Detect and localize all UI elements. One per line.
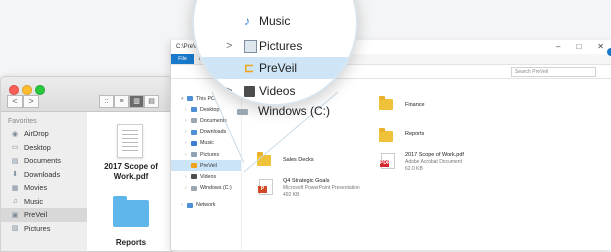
minimize-button[interactable]: – bbox=[556, 42, 560, 51]
documents-icon: ▤ bbox=[11, 157, 19, 165]
mag-row-preveil[interactable]: ⊏ PreVeil bbox=[194, 57, 356, 79]
preveil-icon: ▣ bbox=[11, 211, 19, 219]
item-q4-goals[interactable]: Q4 Strategic Goals Microsoft PowerPoint … bbox=[283, 178, 360, 199]
documents-icon bbox=[191, 118, 197, 124]
sidebar-item-pictures[interactable]: ▨ Pictures bbox=[1, 222, 87, 236]
network-icon bbox=[187, 202, 193, 208]
column-view-button[interactable]: ▥ bbox=[129, 95, 144, 108]
back-button[interactable]: < bbox=[7, 95, 23, 108]
sidebar-item-label: Downloads bbox=[24, 169, 61, 179]
item-scope-pdf[interactable]: 2017 Scope of Work.pdf Adobe Acrobat Doc… bbox=[405, 152, 464, 173]
sidebar-item-desktop[interactable]: ▭ Desktop bbox=[1, 141, 87, 155]
sidebar-item-label: PreVeil bbox=[24, 210, 48, 220]
preveil-icon: ⊏ bbox=[244, 60, 255, 75]
sidebar-item-preveil[interactable]: ▣ PreVeil bbox=[1, 208, 87, 222]
drive-icon bbox=[191, 185, 197, 191]
tree-item-windows-c[interactable]: › Windows (C:) bbox=[171, 183, 241, 194]
videos-icon bbox=[191, 174, 197, 180]
close-window-button[interactable] bbox=[9, 85, 19, 95]
mac-titlebar: < > :: ≡ ▥ ▤ bbox=[1, 77, 171, 112]
mac-sidebar: Favorites ◉ AirDrop ▭ Desktop ▤ Document… bbox=[1, 112, 87, 251]
sidebar-item-movies[interactable]: ▦ Movies bbox=[1, 181, 87, 195]
folder-icon[interactable] bbox=[113, 196, 149, 227]
pictures-icon bbox=[191, 152, 197, 158]
sidebar-item-downloads[interactable]: ⬇ Downloads bbox=[1, 168, 87, 182]
mac-finder-window: < > :: ≡ ▥ ▤ Favorites ◉ AirDrop ▭ Deskt… bbox=[0, 76, 172, 252]
preveil-icon bbox=[191, 163, 197, 169]
folder-icon[interactable] bbox=[379, 128, 393, 142]
minimize-window-button[interactable] bbox=[22, 85, 32, 95]
pdf-icon[interactable]: PDF bbox=[380, 153, 395, 169]
pictures-icon: ▨ bbox=[11, 225, 19, 233]
forward-button[interactable]: > bbox=[23, 95, 39, 108]
list-view-button[interactable]: ≡ bbox=[114, 95, 129, 108]
file-name[interactable]: Reports bbox=[100, 238, 162, 248]
music-icon bbox=[191, 140, 197, 146]
file-tab[interactable]: File bbox=[171, 54, 194, 64]
mag-row-pictures[interactable]: > Pictures bbox=[194, 35, 356, 57]
sidebar-item-label: AirDrop bbox=[24, 129, 49, 139]
sidebar-item-documents[interactable]: ▤ Documents bbox=[1, 154, 87, 168]
sidebar-item-label: Music bbox=[24, 196, 44, 206]
music-icon: ♫ bbox=[12, 197, 18, 205]
view-switcher: :: ≡ ▥ ▤ bbox=[99, 95, 159, 108]
tree-item-videos[interactable]: › Videos bbox=[171, 171, 241, 182]
search-input[interactable]: Search PreVeil bbox=[511, 67, 596, 77]
sidebar-item-music[interactable]: ♫ Music bbox=[1, 195, 87, 209]
computer-icon bbox=[187, 96, 193, 102]
music-icon: ♪ bbox=[244, 13, 250, 28]
gallery-view-button[interactable]: ▤ bbox=[144, 95, 159, 108]
icon-view-button[interactable]: :: bbox=[99, 95, 114, 108]
item-reports[interactable]: Reports bbox=[405, 131, 424, 138]
mag-row-windows-c[interactable]: Windows (C:) bbox=[214, 101, 344, 121]
zoom-window-button[interactable] bbox=[35, 85, 45, 95]
powerpoint-icon[interactable]: P bbox=[258, 179, 273, 195]
tree-item-pictures[interactable]: › Pictures bbox=[171, 149, 241, 160]
sidebar-item-label: Movies bbox=[24, 183, 48, 193]
desktop-icon: ▭ bbox=[11, 144, 19, 152]
file-name[interactable]: 2017 Scope of Work.pdf bbox=[100, 162, 162, 182]
item-sales-decks[interactable]: Sales Decks bbox=[283, 157, 314, 164]
sidebar-item-label: Pictures bbox=[24, 223, 51, 233]
tree-item-music[interactable]: › Music bbox=[171, 138, 241, 149]
folder-icon[interactable] bbox=[379, 96, 393, 110]
airdrop-icon: ◉ bbox=[11, 130, 19, 138]
mag-row-videos[interactable]: > Videos bbox=[194, 80, 356, 102]
pictures-icon bbox=[244, 39, 257, 53]
drive-icon bbox=[237, 109, 248, 115]
sidebar-item-airdrop[interactable]: ◉ AirDrop bbox=[1, 127, 87, 141]
downloads-icon bbox=[191, 129, 197, 135]
downloads-icon: ⬇ bbox=[12, 171, 18, 179]
mag-row-music[interactable]: ♪ Music bbox=[194, 10, 356, 32]
help-icon[interactable] bbox=[607, 48, 611, 56]
sidebar-header: Favorites bbox=[8, 118, 37, 125]
sidebar-item-label: Documents bbox=[24, 156, 61, 166]
item-finance[interactable]: Finance bbox=[405, 102, 425, 109]
desktop-icon bbox=[191, 107, 197, 113]
tree-item-preveil[interactable]: PreVeil bbox=[171, 160, 241, 172]
tree-item-downloads[interactable]: › Downloads bbox=[171, 127, 241, 138]
videos-icon bbox=[244, 85, 255, 97]
movies-icon: ▦ bbox=[11, 184, 19, 192]
pdf-icon[interactable] bbox=[117, 124, 143, 158]
close-button[interactable]: ✕ bbox=[597, 42, 604, 51]
maximize-button[interactable]: □ bbox=[576, 42, 581, 51]
window-controls: – □ ✕ bbox=[556, 42, 604, 51]
sidebar-item-label: Desktop bbox=[24, 142, 51, 152]
mac-nav-buttons: < > bbox=[7, 95, 39, 108]
tree-item-network[interactable]: › Network bbox=[171, 200, 241, 211]
magnifier-callout: ♪ Music > Pictures ⊏ PreVeil > Videos bbox=[192, 0, 358, 106]
mac-file-area: 2017 Scope of Work.pdf Reports bbox=[87, 112, 171, 251]
folder-icon[interactable] bbox=[257, 152, 271, 166]
